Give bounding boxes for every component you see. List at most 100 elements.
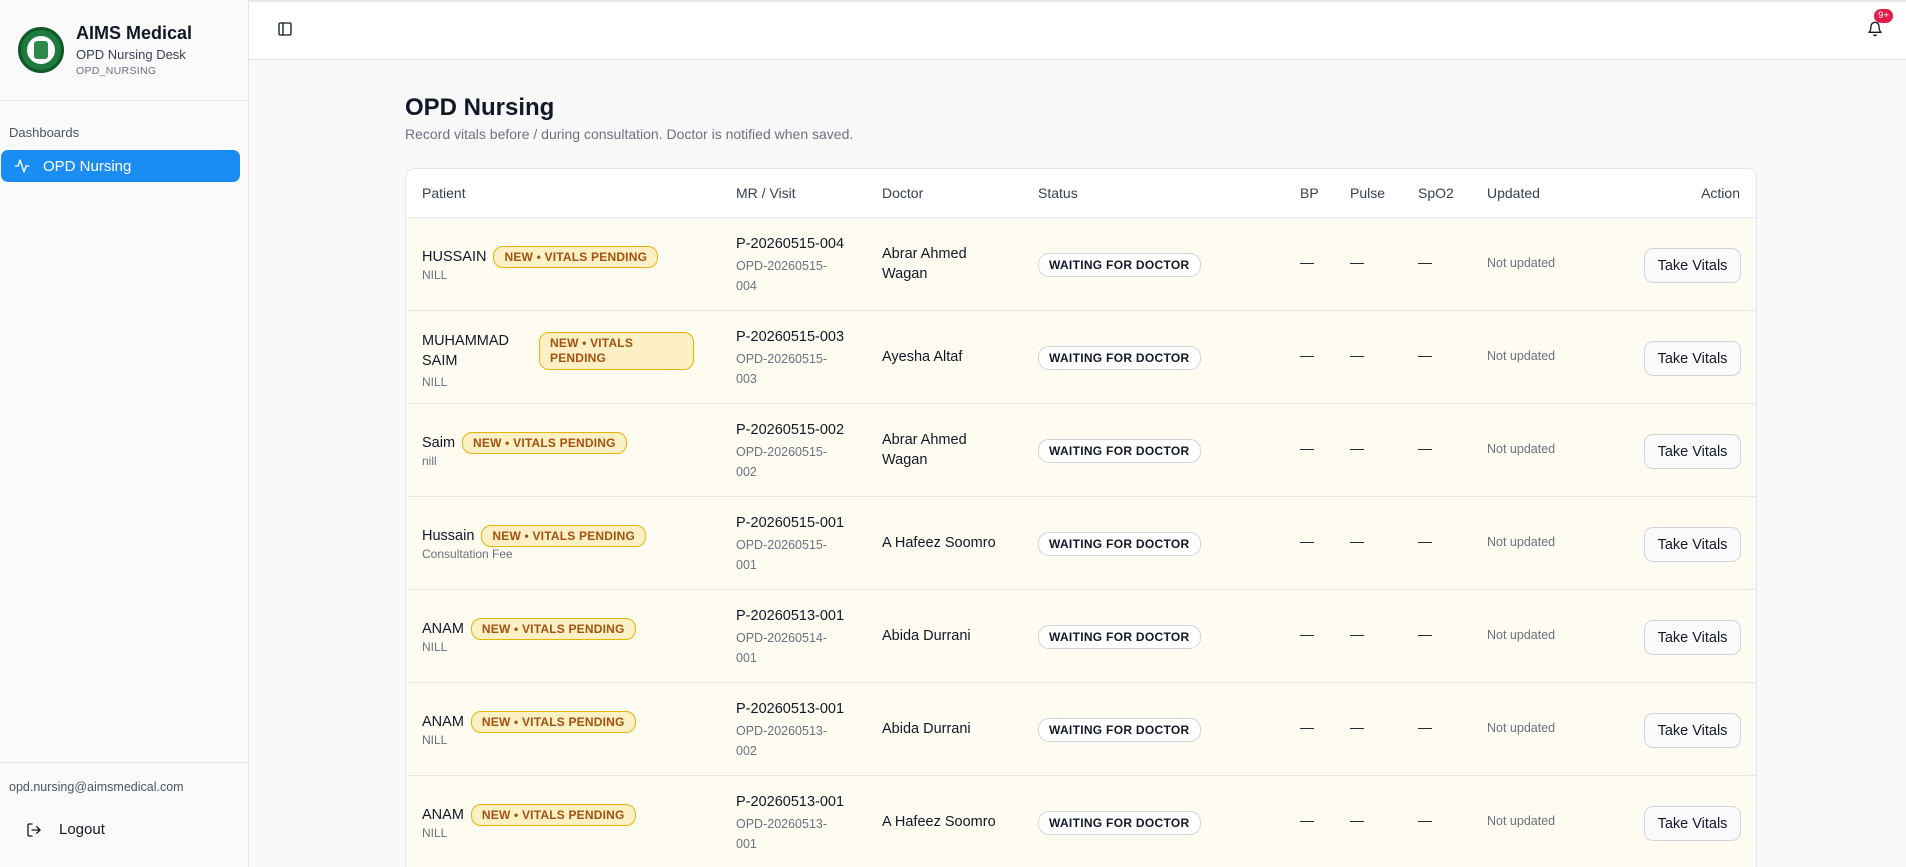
page-description: Record vitals before / during consultati… <box>405 126 854 142</box>
bp-value: — <box>1300 812 1314 828</box>
patient-note: NILL <box>422 375 448 389</box>
vitals-pending-badge: NEW • VITALS PENDING <box>470 711 636 733</box>
patient-note: Consultation Fee <box>422 547 513 561</box>
patient-name: Saim <box>422 435 456 451</box>
header-doctor: Doctor <box>882 185 924 201</box>
sidebar-section-label: Dashboards <box>9 125 80 140</box>
patient-name: Hussain <box>422 528 475 544</box>
mr-number: P-20260513-001 <box>736 794 845 810</box>
doctor-name: A Hafeez Soomro <box>882 535 996 551</box>
bp-value: — <box>1300 533 1314 549</box>
visit-number: OPD-20260513-001 <box>736 817 828 851</box>
visit-number: OPD-20260514-001 <box>736 631 828 665</box>
table-row: ANAM NEW • VITALS PENDING NILL P-20260513-0… <box>406 683 1756 776</box>
header-patient: Patient <box>422 185 466 201</box>
take-vitals-button[interactable]: Take Vitals <box>1644 248 1741 283</box>
mr-number: P-20260515-002 <box>736 422 845 438</box>
brand-subtitle: OPD Nursing Desk <box>76 47 186 62</box>
status-badge: WAITING FOR DOCTOR <box>1038 439 1201 463</box>
updated-value: Not updated <box>1487 628 1556 642</box>
table-header: Patient MR / Visit Doctor Status BP Puls… <box>406 169 1756 218</box>
take-vitals-button[interactable]: Take Vitals <box>1644 527 1741 562</box>
mr-number: P-20260515-004 <box>736 236 845 252</box>
patient-note: NILL <box>422 826 448 840</box>
vitals-pending-badge: NEW • VITALS PENDING <box>481 525 647 547</box>
pulse-value: — <box>1350 254 1364 270</box>
updated-value: Not updated <box>1487 349 1556 363</box>
header-bp: BP <box>1300 185 1319 201</box>
patient-name-line: MUHAMMAD SAIM NEW • VITALS PENDING <box>422 331 694 371</box>
header-pulse: Pulse <box>1350 185 1386 201</box>
visit-number: OPD-20260515-001 <box>736 538 828 572</box>
spo2-value: — <box>1418 254 1432 270</box>
doctor-name: Ayesha Altaf <box>882 349 963 365</box>
aims-logo <box>18 27 64 73</box>
status-badge: WAITING FOR DOCTOR <box>1038 625 1201 649</box>
status-badge: WAITING FOR DOCTOR <box>1038 346 1201 370</box>
pulse-value: — <box>1350 719 1364 735</box>
doctor-name: Abrar Ahmed Wagan <box>882 246 967 282</box>
patient-name: ANAM <box>422 714 464 730</box>
header-status: Status <box>1038 185 1078 201</box>
patient-note: nill <box>422 454 437 468</box>
bp-value: — <box>1300 719 1314 735</box>
mr-number: P-20260515-003 <box>736 329 845 345</box>
logout-button[interactable]: Logout <box>26 821 105 838</box>
visit-number: OPD-20260515-004 <box>736 259 828 293</box>
vitals-pending-badge: NEW • VITALS PENDING <box>462 432 627 454</box>
spo2-value: — <box>1418 719 1432 735</box>
take-vitals-button[interactable]: Take Vitals <box>1644 620 1741 655</box>
table-row: Saim NEW • VITALS PENDING nill P-20260515-0… <box>406 404 1756 497</box>
take-vitals-button[interactable]: Take Vitals <box>1644 341 1741 376</box>
header-spo2: SpO2 <box>1418 185 1454 201</box>
patient-name: ANAM <box>422 621 464 637</box>
bp-value: — <box>1300 440 1314 456</box>
updated-value: Not updated <box>1487 721 1556 735</box>
doctor-name: Abida Durrani <box>882 721 971 737</box>
table-row: ANAM NEW • VITALS PENDING NILL P-20260513-0… <box>406 776 1756 867</box>
logout-label: Logout <box>59 821 105 838</box>
notifications-button[interactable]: 9+ <box>1867 9 1893 43</box>
mr-number: P-20260515-001 <box>736 515 845 531</box>
patient-name: HUSSAIN <box>422 249 487 265</box>
table-row: HUSSAIN NEW • VITALS PENDING NILL P-2026051… <box>406 218 1756 311</box>
vitals-pending-badge: NEW • VITALS PENDING <box>470 618 636 640</box>
updated-value: Not updated <box>1487 535 1556 549</box>
bp-value: — <box>1300 347 1314 363</box>
table-body: HUSSAIN NEW • VITALS PENDING NILL P-2026051… <box>406 218 1756 867</box>
patient-name-line: HUSSAIN NEW • VITALS PENDING <box>422 246 659 268</box>
patient-note: NILL <box>422 268 448 282</box>
pulse-value: — <box>1350 533 1364 549</box>
status-badge: WAITING FOR DOCTOR <box>1038 253 1201 277</box>
take-vitals-button[interactable]: Take Vitals <box>1644 713 1741 748</box>
vitals-pending-badge: NEW • VITALS PENDING <box>539 332 694 370</box>
page-title: OPD Nursing <box>405 94 555 121</box>
brand-title: AIMS Medical <box>76 23 193 43</box>
updated-value: Not updated <box>1487 256 1556 270</box>
brand-header: AIMS Medical OPD Nursing Desk OPD_NURSIN… <box>0 0 248 101</box>
status-badge: WAITING FOR DOCTOR <box>1038 811 1201 835</box>
sidebar-item-opd-nursing[interactable]: OPD Nursing <box>1 150 240 182</box>
topbar: 9+ <box>249 0 1906 60</box>
pulse-value: — <box>1350 812 1364 828</box>
spo2-value: — <box>1418 533 1432 549</box>
logout-icon <box>27 822 41 837</box>
patient-note: NILL <box>422 733 448 747</box>
bp-value: — <box>1300 626 1314 642</box>
panel-left-icon <box>278 22 292 36</box>
take-vitals-button[interactable]: Take Vitals <box>1644 434 1741 469</box>
table-row: Hussain NEW • VITALS PENDING Consultation … <box>406 497 1756 590</box>
status-badge: WAITING FOR DOCTOR <box>1038 718 1201 742</box>
patient-note: NILL <box>422 640 448 654</box>
table-row: MUHAMMAD SAIM NEW • VITALS PENDING NILL P-2… <box>406 311 1756 404</box>
mr-number: P-20260513-001 <box>736 701 845 717</box>
take-vitals-button[interactable]: Take Vitals <box>1644 806 1741 841</box>
bp-value: — <box>1300 254 1314 270</box>
table-row: ANAM NEW • VITALS PENDING NILL P-20260513-0… <box>406 590 1756 683</box>
visit-number: OPD-20260515-002 <box>736 445 828 479</box>
visit-number: OPD-20260513-002 <box>736 724 828 758</box>
sidebar-toggle-button[interactable] <box>277 21 293 42</box>
sidebar-footer: opd.nursing@aimsmedical.com Logout <box>0 762 249 867</box>
visit-number: OPD-20260515-003 <box>736 352 828 386</box>
spo2-value: — <box>1418 440 1432 456</box>
